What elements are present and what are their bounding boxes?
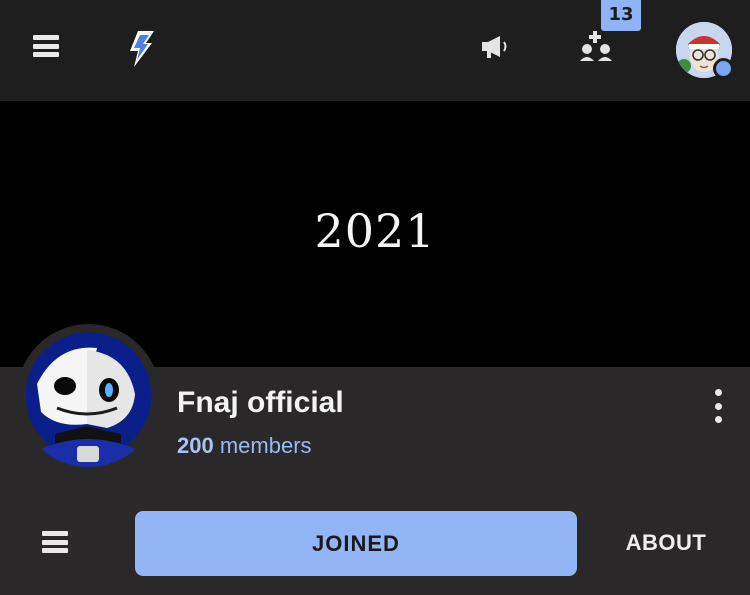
megaphone-icon	[482, 36, 507, 58]
menu-icon	[33, 35, 59, 57]
menu-icon	[42, 531, 68, 553]
app-logo[interactable]	[124, 29, 158, 69]
lightning-logo-icon	[130, 31, 154, 67]
community-name: Fnaj official	[177, 386, 344, 419]
announcements-button[interactable]	[480, 34, 512, 60]
about-button[interactable]: ABOUT	[606, 527, 726, 559]
community-banner: 2021	[0, 101, 750, 367]
members-label: members	[219, 433, 312, 458]
more-options-icon	[714, 389, 722, 396]
joined-button[interactable]: JOINED	[135, 511, 577, 576]
add-friends-icon	[580, 31, 612, 61]
members-count[interactable]: 200 members	[177, 433, 312, 459]
banner-text: 2021	[314, 204, 436, 258]
notification-count-badge[interactable]: 13	[601, 0, 641, 31]
community-avatar[interactable]	[17, 324, 160, 467]
online-status-dot	[713, 58, 734, 79]
menu-button[interactable]	[33, 34, 59, 58]
friend-requests-button[interactable]	[578, 30, 614, 64]
user-avatar-button[interactable]	[676, 22, 734, 79]
more-options-button[interactable]	[708, 389, 728, 423]
community-menu-button[interactable]	[42, 531, 68, 553]
members-number: 200	[177, 433, 214, 458]
